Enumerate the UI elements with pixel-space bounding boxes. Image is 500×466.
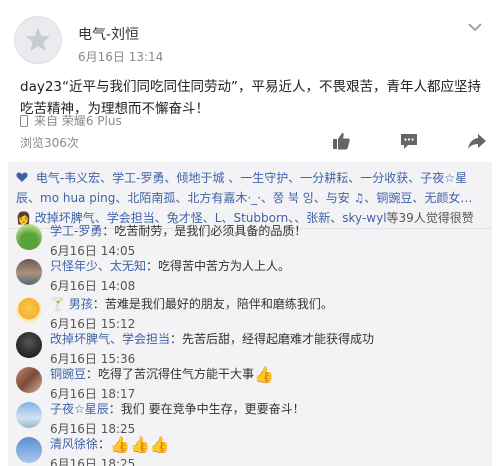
phone-icon: [20, 114, 28, 127]
commenter-name[interactable]: 子夜☆星辰: [50, 402, 109, 416]
comment-text: 苦难是我们最好的朋友，陪伴和磨练我们。: [104, 297, 333, 311]
like-thumb-icon[interactable]: [330, 130, 352, 152]
default-star-avatar-icon: [26, 28, 50, 51]
sky-avatar[interactable]: [16, 402, 42, 428]
thumbs-up-emoji-icon: 👍: [254, 365, 274, 384]
interaction-panel: 电气-韦义宏、学工-罗勇、倾地于城 、一生守护、一分耕耘、一分收获、子夜☆星辰、…: [8, 162, 492, 466]
blue-avatar[interactable]: [16, 437, 42, 463]
post-source: 来自 荣耀6 Plus: [20, 112, 122, 129]
comment-text: 吃苦耐劳，是我们必须具备的品质！: [114, 224, 307, 238]
share-arrow-icon[interactable]: [466, 130, 488, 152]
comment-item[interactable]: 清风徐徐：👍👍👍 6月16日 18:25: [16, 435, 486, 466]
comment-time: 6月16日 18:25: [50, 457, 136, 466]
commenter-name[interactable]: 改掉坏脾气、学会担当: [50, 332, 170, 346]
landscape-avatar[interactable]: [16, 259, 42, 285]
thumbs-up-emoji-icon: 👍👍👍: [110, 435, 170, 454]
source-text: 来自 荣耀6 Plus: [34, 114, 122, 128]
comment-text: 吃得了苦沉得住气方能干大事: [98, 367, 255, 381]
comment-time: 6月16日 14:08: [50, 279, 136, 293]
post-header: 电气-刘恒 6月16日 13:14: [14, 14, 484, 70]
comment-text: 我们 要在竞争中生存，更要奋斗！: [120, 402, 305, 416]
cartoon-avatar[interactable]: [16, 297, 42, 323]
post-time: 6月16日 13:14: [78, 50, 164, 64]
author-avatar[interactable]: [14, 16, 62, 64]
photo-avatar[interactable]: [16, 367, 42, 393]
moment-post: 电气-刘恒 6月16日 13:14 day23“近平与我们同吃同住同劳动”，平易…: [0, 0, 500, 466]
comment-text: 先苦后甜，经得起磨难才能获得成功: [182, 332, 375, 346]
commenter-name[interactable]: 男孩: [69, 297, 93, 311]
liked-by-list: 电气-韦义宏、学工-罗勇、倾地于城 、一生守护、一分耕耘、一分收获、子夜☆星辰、…: [16, 168, 486, 228]
dark-cat-avatar[interactable]: [16, 332, 42, 358]
green-grass-avatar[interactable]: [16, 224, 42, 250]
post-actions-bar: 浏览306次: [0, 128, 500, 154]
cocktail-icon: 🍸: [50, 297, 65, 311]
chevron-down-icon[interactable]: [466, 18, 484, 36]
commenter-name[interactable]: 学工-罗勇: [50, 224, 102, 238]
commenter-name[interactable]: 只怪年少、太无知: [50, 259, 146, 273]
commenter-name[interactable]: 铜豌豆: [50, 367, 86, 381]
comment-bubble-icon[interactable]: [398, 130, 420, 152]
view-count: 浏览306次: [20, 136, 79, 150]
comment-text: 吃得苦中苦方为人上人。: [158, 259, 291, 273]
author-name[interactable]: 电气-刘恒: [78, 24, 139, 44]
heart-icon: [16, 172, 28, 182]
liked-by-names[interactable]: 电气-韦义宏、学工-罗勇、倾地于城 、一生守护、一分耕耘、一分收获、子夜☆星辰、…: [16, 171, 472, 205]
commenter-name[interactable]: 清风徐徐: [50, 437, 98, 451]
